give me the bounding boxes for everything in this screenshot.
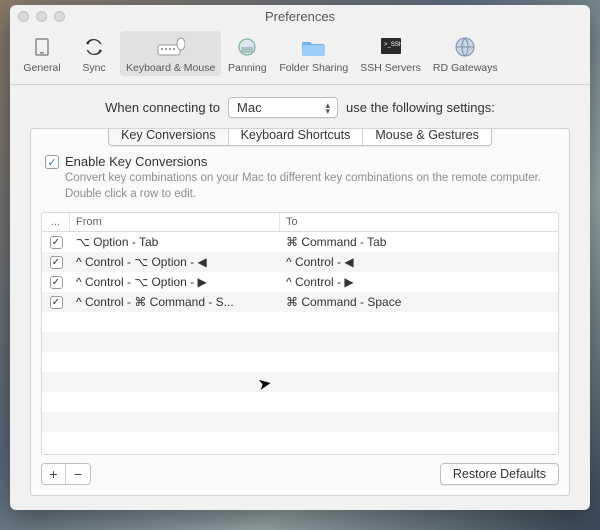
toolbar: General Sync Keyboard & Mouse Panning Folder… xyxy=(10,27,590,85)
table-row-empty xyxy=(42,392,558,412)
preferences-window: Preferences General Sync Keyboard & Mouse P… xyxy=(10,5,590,510)
table-row-empty xyxy=(42,432,558,452)
table-row-empty xyxy=(42,332,558,352)
to-cell: ^ Control - ▶ xyxy=(280,275,558,289)
bottom-bar: + − Restore Defaults xyxy=(31,455,569,495)
col-enabled[interactable]: ... xyxy=(42,213,70,231)
row-checkbox[interactable] xyxy=(50,276,63,289)
enable-label: Enable Key Conversions xyxy=(65,154,555,169)
titlebar: Preferences xyxy=(10,5,590,27)
connect-suffix: use the following settings: xyxy=(346,100,495,115)
toolbar-item-gateway[interactable]: RD Gateways xyxy=(427,31,504,76)
table-row-empty xyxy=(42,412,558,432)
remove-button[interactable]: − xyxy=(66,464,90,484)
from-cell: ^ Control - ⌥ Option - ▶ xyxy=(70,275,280,289)
enable-row: Enable Key Conversions Convert key combi… xyxy=(31,154,569,202)
target-select[interactable]: Mac ▴▾ xyxy=(228,97,338,118)
table-header: ... From To xyxy=(42,213,558,232)
to-cell: ⌘ Command - Space xyxy=(280,295,558,309)
chevron-updown-icon: ▴▾ xyxy=(325,102,329,114)
tab-key-conversions[interactable]: Key Conversions xyxy=(109,128,229,145)
row-checkbox[interactable] xyxy=(50,296,63,309)
table-row[interactable]: ^ Control - ⌥ Option - ◀^ Control - ◀ xyxy=(42,252,558,272)
to-cell: ⌘ Command - Tab xyxy=(280,235,558,249)
table-row[interactable]: ^ Control - ⌥ Option - ▶^ Control - ▶ xyxy=(42,272,558,292)
gateway-icon xyxy=(451,33,479,61)
table-body: ⌥ Option - Tab⌘ Command - Tab^ Control -… xyxy=(42,232,558,454)
add-button[interactable]: + xyxy=(42,464,66,484)
from-cell: ^ Control - ⌘ Command - S... xyxy=(70,295,280,309)
enable-checkbox[interactable] xyxy=(45,155,59,169)
toolbar-label: SSH Servers xyxy=(360,62,421,74)
toolbar-label: General xyxy=(23,62,60,74)
settings-box: Key ConversionsKeyboard ShortcutsMouse &… xyxy=(30,128,570,496)
tab-segment: Key ConversionsKeyboard ShortcutsMouse &… xyxy=(31,134,569,156)
toolbar-item-keyboard[interactable]: Keyboard & Mouse xyxy=(120,31,221,76)
toolbar-item-panning[interactable]: Panning xyxy=(221,31,273,76)
keyboard-icon xyxy=(157,33,185,61)
toolbar-item-ssh[interactable]: >_SSH SSH Servers xyxy=(354,31,427,76)
toolbar-label: Keyboard & Mouse xyxy=(126,62,215,74)
toolbar-label: Sync xyxy=(82,62,105,74)
restore-defaults-button[interactable]: Restore Defaults xyxy=(440,463,559,485)
sync-icon xyxy=(80,33,108,61)
ssh-icon: >_SSH xyxy=(377,33,405,61)
window-title: Preferences xyxy=(10,9,590,24)
toolbar-item-general[interactable]: General xyxy=(16,31,68,76)
panning-icon xyxy=(233,33,261,61)
toolbar-label: RD Gateways xyxy=(433,62,498,74)
from-cell: ^ Control - ⌥ Option - ◀ xyxy=(70,255,280,269)
col-to[interactable]: To xyxy=(280,213,558,231)
row-checkbox[interactable] xyxy=(50,256,63,269)
toolbar-item-sync[interactable]: Sync xyxy=(68,31,120,76)
connect-prefix: When connecting to xyxy=(105,100,220,115)
enable-description: Convert key combinations on your Mac to … xyxy=(65,171,555,202)
table-row-empty xyxy=(42,352,558,372)
to-cell: ^ Control - ◀ xyxy=(280,255,558,269)
tab-mouse-gestures[interactable]: Mouse & Gestures xyxy=(363,128,491,145)
conversions-table: ... From To ⌥ Option - Tab⌘ Command - Ta… xyxy=(41,212,559,455)
row-checkbox[interactable] xyxy=(50,236,63,249)
toolbar-label: Folder Sharing xyxy=(279,62,348,74)
from-cell: ⌥ Option - Tab xyxy=(70,235,280,249)
target-select-value: Mac xyxy=(237,100,262,115)
toolbar-label: Panning xyxy=(228,62,267,74)
table-row[interactable]: ^ Control - ⌘ Command - S...⌘ Command - … xyxy=(42,292,558,312)
toolbar-item-folder[interactable]: Folder Sharing xyxy=(273,31,354,76)
table-row[interactable]: ⌥ Option - Tab⌘ Command - Tab xyxy=(42,232,558,252)
folder-icon xyxy=(300,33,328,61)
tab-keyboard-shortcuts[interactable]: Keyboard Shortcuts xyxy=(229,128,364,145)
general-icon xyxy=(28,33,56,61)
col-from[interactable]: From xyxy=(70,213,280,231)
table-row-empty xyxy=(42,372,558,392)
table-row-empty xyxy=(42,312,558,332)
connect-row: When connecting to Mac ▴▾ use the follow… xyxy=(30,97,570,118)
content: When connecting to Mac ▴▾ use the follow… xyxy=(10,85,590,510)
svg-text:>_SSH: >_SSH xyxy=(384,42,403,48)
add-remove-group: + − xyxy=(41,463,91,485)
